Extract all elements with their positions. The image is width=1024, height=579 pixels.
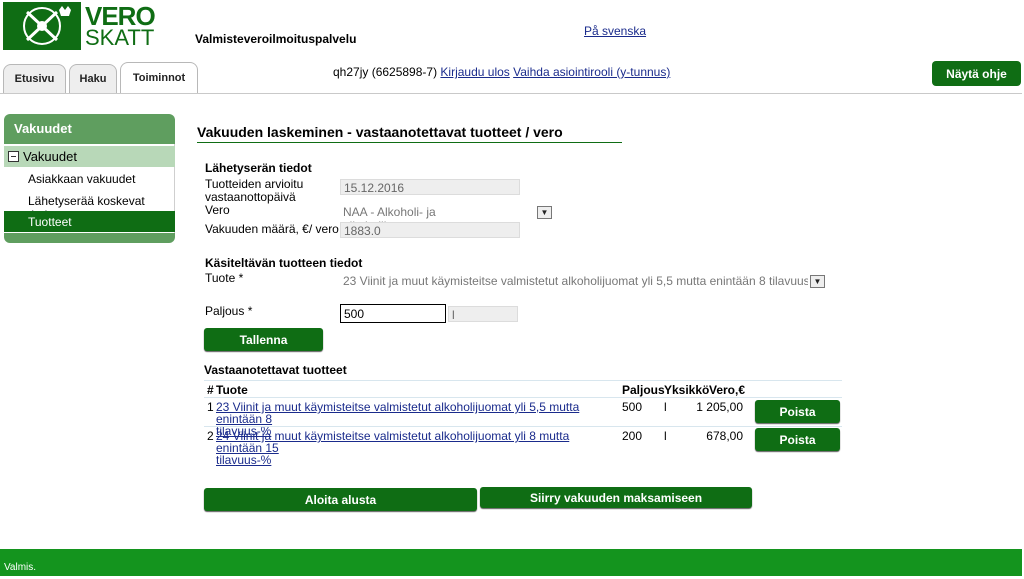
receive-date-field: 15.12.2016 [340, 179, 520, 195]
table-top-line [204, 380, 842, 381]
tabs-divider [0, 93, 1022, 94]
product-select[interactable]: 23 Viinit ja muut käymisteitse valmistet… [340, 273, 825, 289]
row-product-line2: tilavuus-% [216, 453, 272, 467]
user-id: qh27jy (6625898-7) [333, 65, 438, 79]
row-divider [204, 426, 842, 427]
logout-link[interactable]: Kirjaudu ulos [440, 65, 509, 79]
sidebar-item-asiakkaan-vakuudet[interactable]: Asiakkaan vakuudet [4, 168, 175, 189]
sidebar-footer [4, 233, 175, 243]
row-product-link[interactable]: 24 Viinit ja muut käymisteitse valmistet… [216, 430, 616, 466]
user-info: qh27jy (6625898-7) Kirjaudu ulos Vaihda … [333, 65, 670, 79]
tab-etusivu[interactable]: Etusivu [3, 64, 66, 93]
chevron-down-icon[interactable]: ▼ [810, 274, 825, 288]
table-row: 1 23 Viinit ja muut käymisteitse valmist… [206, 400, 842, 437]
row-num: 1 [207, 400, 214, 414]
delete-row-button[interactable]: Poista [755, 400, 840, 423]
table-header-line [204, 397, 842, 398]
unit-field: l [448, 306, 518, 322]
guarantee-label: Vakuuden määrä, €/ vero [205, 222, 339, 236]
status-text: Valmis. [4, 562, 37, 573]
save-button[interactable]: Tallenna [204, 328, 323, 351]
language-link[interactable]: På svenska [584, 24, 646, 38]
restart-button[interactable]: Aloita alusta [204, 488, 477, 511]
product-section-title: Käsiteltävän tuotteen tiedot [205, 256, 363, 270]
tax-label: Vero [205, 203, 230, 217]
row-num: 2 [207, 429, 214, 443]
tab-haku[interactable]: Haku [69, 64, 117, 93]
tax-select-value: NAA - Alkoholi- ja alkoholijuomavero [340, 204, 535, 233]
col-header-num: # [207, 383, 214, 397]
guarantee-field: 1883.0 [340, 222, 520, 238]
title-underline [197, 142, 622, 143]
sidebar-group-label: Vakuudet [23, 149, 77, 164]
logo-text-skatt: SKATT [85, 25, 155, 50]
main-tabs: Etusivu Haku Toiminnot [3, 62, 201, 93]
col-header-quantity: Paljous [622, 383, 665, 397]
row-unit: l [664, 400, 667, 414]
col-header-unit: Yksikkö [664, 383, 710, 397]
switch-role-link[interactable]: Vaihda asiointirooli (y-tunnus) [513, 65, 670, 79]
status-bar [0, 549, 1022, 576]
vero-skatt-logo: VERO SKATT [3, 2, 157, 50]
row-product-line1: 23 Viinit ja muut käymisteitse valmistet… [216, 400, 580, 426]
row-tax: 678,00 [706, 429, 743, 443]
sidebar-group-vakuudet[interactable]: Vakuudet [4, 146, 175, 167]
service-name: Valmisteveroilmoituspalvelu [195, 32, 357, 46]
batch-section-title: Lähetyserän tiedot [205, 161, 312, 175]
quantity-label: Paljous * [205, 304, 253, 318]
col-header-product: Tuote [216, 383, 248, 397]
product-select-value: 23 Viinit ja muut käymisteitse valmistet… [340, 273, 808, 289]
row-product-line1: 24 Viinit ja muut käymisteitse valmistet… [216, 429, 570, 455]
tax-select[interactable]: NAA - Alkoholi- ja alkoholijuomavero ▼ [340, 204, 552, 233]
page-title: Vakuuden laskeminen - vastaanotettavat t… [197, 124, 563, 140]
product-label: Tuote * [205, 271, 244, 285]
chevron-down-icon[interactable]: ▼ [537, 205, 552, 219]
show-help-button[interactable]: Näytä ohje [932, 61, 1021, 86]
row-tax: 1 205,00 [696, 400, 743, 414]
received-section-title: Vastaanotettavat tuotteet [204, 363, 347, 377]
sidebar-title: Vakuudet [4, 114, 175, 144]
crown-emblem-icon [3, 2, 81, 50]
sidebar-item-lahetyseraa[interactable]: Lähetyserää koskevat tiedot [4, 190, 175, 222]
proceed-to-payment-button[interactable]: Siirry vakuuden maksamiseen [480, 487, 752, 508]
quantity-input[interactable]: 500 [340, 304, 446, 323]
tab-toiminnot[interactable]: Toiminnot [120, 62, 198, 93]
delete-row-button[interactable]: Poista [755, 428, 840, 451]
receive-date-label: Tuotteiden arvioitu vastaanottopäivä [205, 177, 304, 204]
sidebar-item-tuotteet[interactable]: Tuotteet [4, 211, 175, 232]
table-row: 2 24 Viinit ja muut käymisteitse valmist… [206, 429, 842, 466]
row-quantity: 200 [622, 429, 643, 443]
collapse-icon[interactable] [8, 151, 19, 162]
row-quantity: 500 [622, 400, 643, 414]
col-header-tax: Vero,€ [709, 383, 746, 397]
row-unit: l [664, 429, 667, 443]
